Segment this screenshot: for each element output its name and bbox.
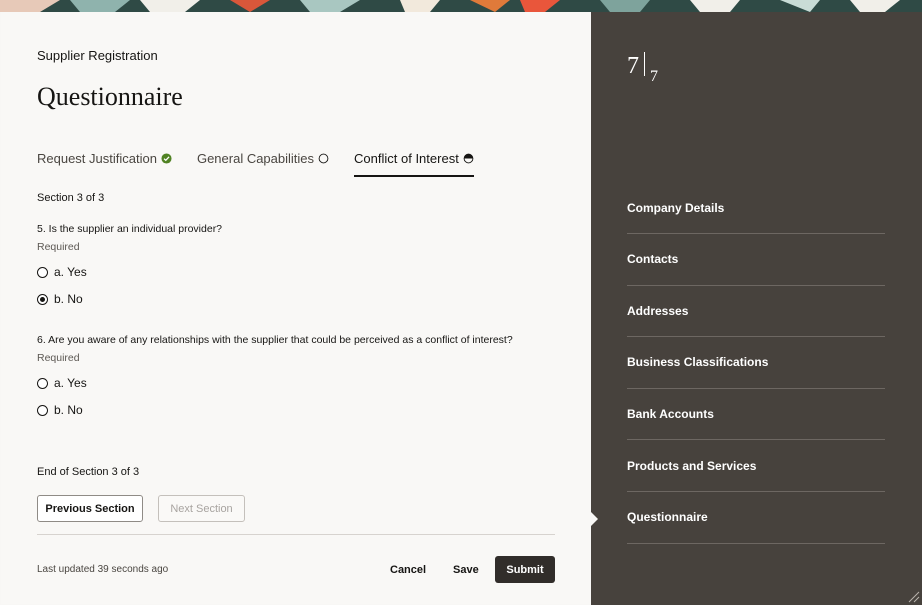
nav-item-products-and-services[interactable]: Products and Services [627,440,885,492]
empty-circle-icon [318,153,329,163]
half-circle-icon [463,153,474,163]
radio-button[interactable] [37,404,48,416]
page-title: Questionnaire [37,82,183,111]
option-label: a. Yes [54,376,87,390]
question-6-option-no[interactable]: b. No [37,403,83,417]
submit-button[interactable]: Submit [495,556,555,583]
section-label: Section 3 of 3 [37,192,105,204]
resize-handle-icon[interactable] [906,589,920,603]
active-step-pointer [591,512,598,526]
section-tabs: Request Justification General Capabiliti… [37,148,474,178]
radio-button[interactable] [37,377,48,389]
decorative-banner [0,0,922,12]
step-current: 7 [627,53,639,79]
radio-button-selected[interactable] [37,293,48,305]
save-button[interactable]: Save [453,564,479,576]
previous-section-button[interactable]: Previous Section [37,495,143,522]
nav-item-addresses[interactable]: Addresses [627,286,885,338]
step-nav: Company Details Contacts Addresses Busin… [627,183,885,544]
option-label: b. No [54,292,83,306]
question-5-option-yes[interactable]: a. Yes [37,265,87,279]
radio-button[interactable] [37,266,48,278]
next-section-button[interactable]: Next Section [158,495,245,522]
nav-item-business-classifications[interactable]: Business Classifications [627,337,885,389]
cancel-button[interactable]: Cancel [390,564,426,576]
question-6-option-yes[interactable]: a. Yes [37,376,87,390]
nav-item-bank-accounts[interactable]: Bank Accounts [627,389,885,441]
tab-conflict-of-interest[interactable]: Conflict of Interest [354,148,474,177]
question-5-text: 5. Is the supplier an individual provide… [37,223,223,235]
nav-item-contacts[interactable]: Contacts [627,234,885,286]
question-5-option-no[interactable]: b. No [37,292,83,306]
step-separator [644,52,645,76]
end-of-section-label: End of Section 3 of 3 [37,466,140,478]
tab-label: Conflict of Interest [354,150,459,166]
tab-general-capabilities[interactable]: General Capabilities [197,148,329,168]
question-6-required: Required [37,352,80,364]
tab-request-justification[interactable]: Request Justification [37,148,172,168]
option-label: b. No [54,403,83,417]
tab-label: General Capabilities [196,150,315,166]
step-counter: 77 [627,52,658,85]
check-circle-icon [161,152,172,164]
footer-divider [37,534,555,535]
step-total: 7 [650,68,658,85]
option-label: a. Yes [54,265,87,279]
nav-item-company-details[interactable]: Company Details [627,183,885,234]
registration-steps-panel: 77 Company Details Contacts Addresses Bu… [591,12,922,605]
question-6-text: 6. Are you aware of any relationships wi… [37,334,513,346]
question-5-required: Required [37,241,80,253]
page-eyebrow: Supplier Registration [37,48,158,63]
tab-label: Request Justification [37,150,157,166]
nav-item-questionnaire[interactable]: Questionnaire [627,492,885,544]
last-updated-text: Last updated 39 seconds ago [37,564,169,575]
questionnaire-panel: Supplier Registration Questionnaire Requ… [1,12,591,604]
